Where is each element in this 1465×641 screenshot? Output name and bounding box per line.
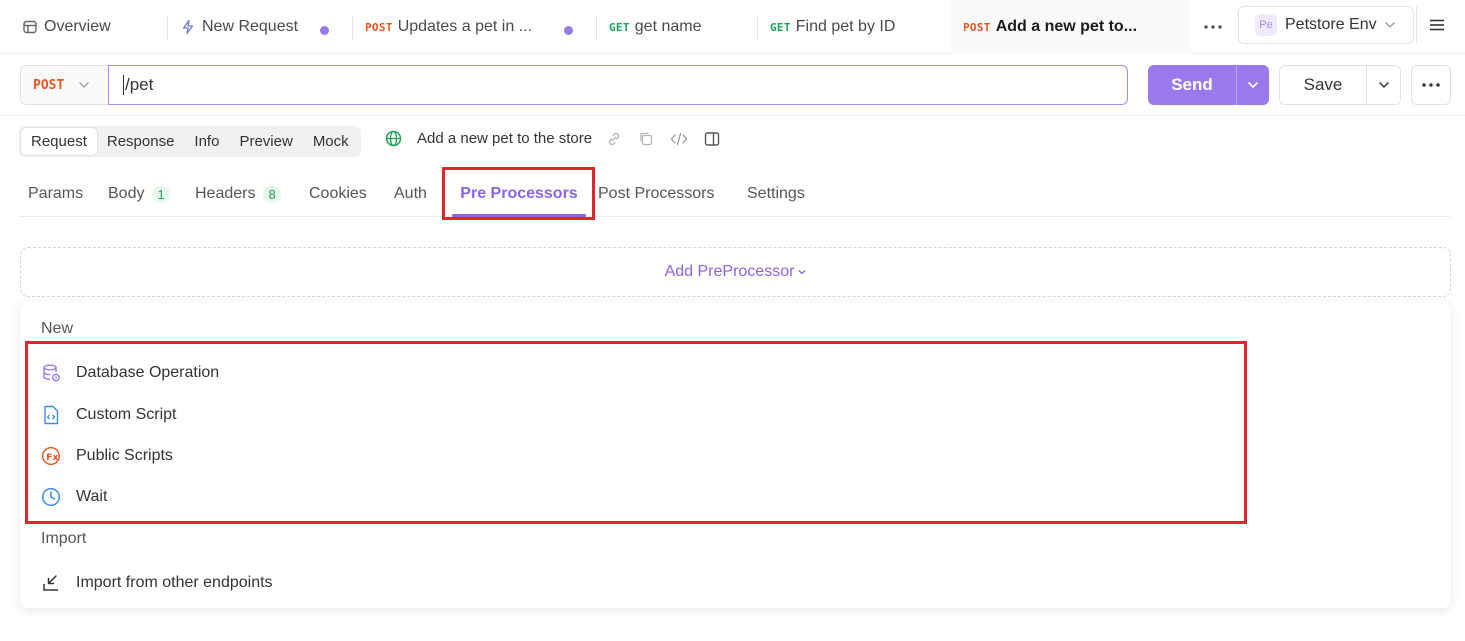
link-icon[interactable] — [606, 131, 622, 147]
url-row: POST /pet Send Save — [0, 54, 1465, 116]
tab-overview[interactable]: Overview — [10, 0, 168, 54]
subtab-label: Auth — [394, 185, 427, 202]
view-mode-request[interactable]: Request — [21, 128, 97, 155]
method-select[interactable]: POST — [20, 65, 110, 105]
request-subtabs: Params Body 1 Headers 8 Cookies Auth Pre P… — [20, 171, 1450, 217]
active-tab-underline — [452, 214, 586, 217]
tab-get-name[interactable]: GET get name — [597, 0, 758, 54]
subtab-label: Params — [28, 185, 84, 202]
menu-group-new: New — [41, 320, 74, 337]
function-icon: Fx — [40, 445, 62, 467]
environment-label: Petstore Env — [1285, 16, 1377, 33]
request-panel: Request Response Info Preview Mock Add a… — [0, 116, 1465, 641]
text-cursor — [123, 75, 124, 95]
database-icon — [40, 362, 62, 384]
split-panel-icon[interactable] — [704, 131, 720, 147]
script-file-icon — [40, 404, 62, 426]
subtab-body[interactable]: Body 1 — [108, 171, 170, 217]
subtab-pre-processors[interactable]: Pre Processors — [452, 171, 586, 217]
menu-group-import: Import — [41, 530, 87, 547]
tab-label: Updates a pet in ... — [397, 18, 533, 35]
menu-item-wait[interactable]: Wait — [40, 479, 107, 515]
unsaved-dot — [320, 26, 329, 35]
url-input[interactable]: /pet — [108, 65, 1128, 105]
view-mode-preview[interactable]: Preview — [229, 128, 302, 155]
send-options-chevron-icon[interactable] — [1237, 81, 1269, 89]
save-button[interactable]: Save — [1279, 65, 1401, 105]
view-mode-info[interactable]: Info — [184, 128, 229, 155]
url-value: /pet — [125, 75, 154, 94]
view-mode-response[interactable]: Response — [97, 128, 185, 155]
more-tabs-icon[interactable] — [1200, 17, 1226, 37]
copy-icon[interactable] — [638, 131, 654, 147]
tab-label: Find pet by ID — [795, 18, 896, 35]
menu-item-import-endpoints[interactable]: Import from other endpoints — [40, 565, 273, 601]
tab-find-pet[interactable]: GET Find pet by ID — [758, 0, 950, 54]
globe-icon — [385, 130, 402, 147]
method-badge: GET — [770, 20, 791, 34]
menu-item-label: Import from other endpoints — [76, 574, 273, 591]
view-mode-switch: Request Response Info Preview Mock — [19, 126, 361, 157]
unsaved-dot — [564, 26, 573, 35]
method-badge: GET — [609, 20, 630, 34]
tab-updates-pet[interactable]: POST Updates a pet in ... — [353, 0, 597, 54]
menu-item-label: Custom Script — [76, 406, 177, 423]
subtab-cookies[interactable]: Cookies — [309, 171, 367, 217]
tab-new-request[interactable]: New Request — [168, 0, 353, 54]
subtab-post-processors[interactable]: Post Processors — [598, 171, 714, 217]
request-title-row: Add a new pet to the store — [385, 130, 720, 147]
subtab-headers[interactable]: Headers 8 — [195, 171, 281, 217]
request-title[interactable]: Add a new pet to the store — [417, 130, 592, 147]
menu-item-label: Wait — [76, 488, 108, 505]
import-icon — [40, 572, 62, 594]
tab-label: New Request — [202, 18, 299, 35]
environment-select[interactable]: Pe Petstore Env — [1238, 6, 1414, 44]
svg-text:Fx: Fx — [46, 453, 58, 463]
menu-item-public-scripts[interactable]: Fx Public Scripts — [40, 438, 173, 474]
more-dots-icon — [1422, 83, 1440, 87]
tab-label: Overview — [44, 18, 111, 35]
method-label: POST — [33, 77, 65, 93]
send-label: Send — [1171, 75, 1213, 94]
tab-add-pet[interactable]: POST Add a new pet to... — [951, 0, 1191, 54]
overview-icon — [22, 19, 38, 35]
lightning-icon — [180, 19, 196, 35]
count-badge: 8 — [263, 185, 281, 203]
tab-label: get name — [634, 18, 702, 35]
method-badge: POST — [963, 20, 991, 34]
clock-icon — [40, 486, 62, 508]
method-badge: POST — [365, 20, 393, 34]
subtab-label: Cookies — [309, 185, 367, 202]
code-icon[interactable] — [670, 131, 688, 147]
menu-item-database-operation[interactable]: Database Operation — [40, 355, 219, 391]
menu-item-label: Database Operation — [76, 364, 220, 381]
add-preprocessor-label: Add PreProcessor — [664, 263, 795, 280]
chevron-down-icon — [798, 269, 806, 275]
subtab-label: Body — [108, 185, 145, 202]
chevron-down-icon — [1384, 21, 1396, 29]
save-options-chevron-icon[interactable] — [1367, 81, 1400, 89]
menu-item-custom-script[interactable]: Custom Script — [40, 397, 176, 433]
save-label: Save — [1303, 75, 1343, 94]
tab-bar: Overview New Request POST Updates a pet … — [0, 0, 1465, 54]
subtab-label: Settings — [747, 185, 805, 202]
tab-label: Add a new pet to... — [995, 18, 1138, 35]
subtab-settings[interactable]: Settings — [747, 171, 805, 217]
subtab-label: Pre Processors — [460, 185, 578, 202]
add-preprocessor-button[interactable]: Add PreProcessor — [20, 247, 1451, 297]
preprocessor-dropdown-menu: New Database Operation Custom Script Fx … — [20, 302, 1451, 608]
subtab-params[interactable]: Params — [28, 171, 83, 217]
send-button[interactable]: Send — [1148, 65, 1269, 105]
hamburger-menu-icon[interactable] — [1416, 6, 1456, 44]
subtab-label: Headers — [195, 185, 256, 202]
more-options-button[interactable] — [1411, 65, 1451, 105]
environment-badge: Pe — [1255, 14, 1277, 36]
view-mode-mock[interactable]: Mock — [303, 128, 359, 155]
chevron-down-icon — [78, 81, 90, 89]
subtab-label: Post Processors — [598, 185, 715, 202]
menu-item-label: Public Scripts — [76, 447, 173, 464]
subtab-auth[interactable]: Auth — [394, 171, 427, 217]
count-badge: 1 — [152, 185, 170, 203]
